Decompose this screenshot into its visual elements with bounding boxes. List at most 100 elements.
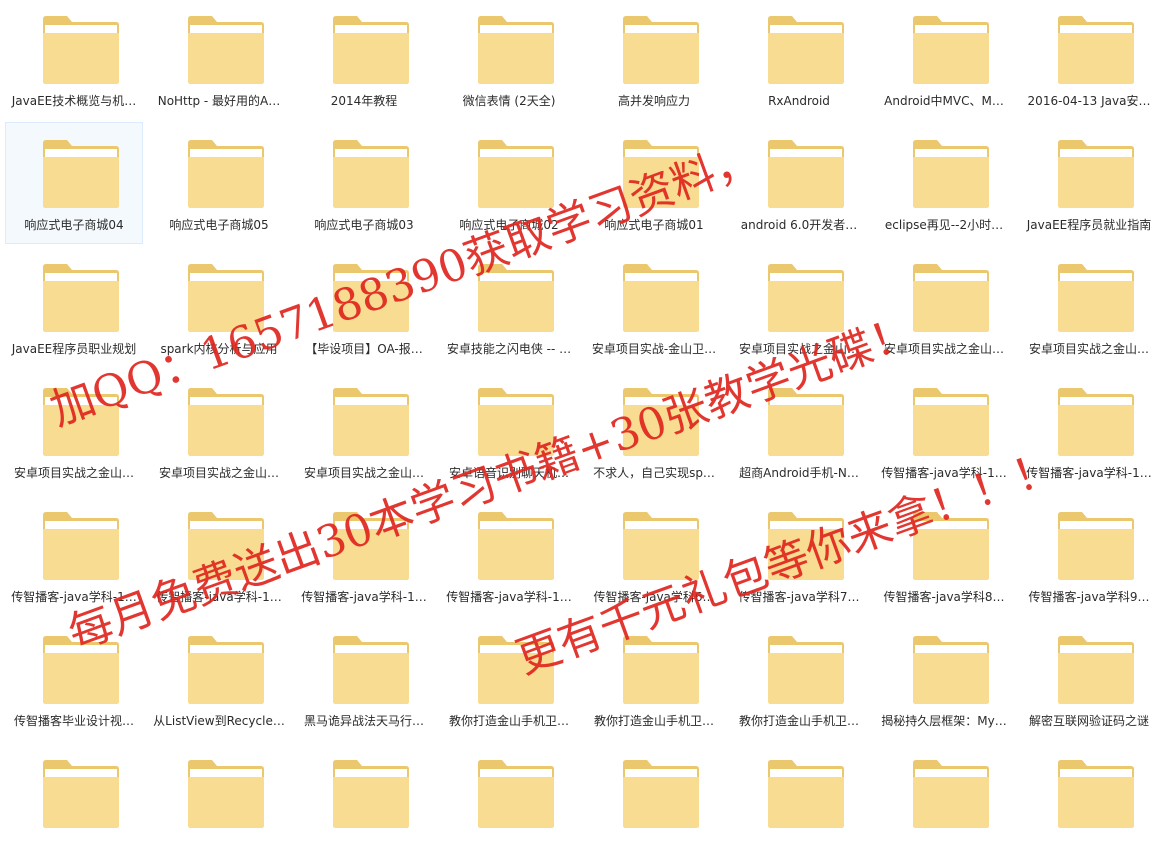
folder-item[interactable]: 传智播客毕业设计视… — [5, 618, 143, 740]
folder-label: 安卓项目实战之金山… — [13, 466, 134, 480]
folder-item[interactable]: 安卓项目实战之金山… — [1020, 246, 1158, 368]
folder-item[interactable]: 超商Android手机-N… — [730, 370, 868, 492]
folder-item[interactable] — [585, 742, 723, 864]
folder-icon — [186, 385, 266, 457]
folder-item[interactable]: spark内核分析与应用 — [150, 246, 288, 368]
folder-label: 2016-04-13 Java安… — [1027, 94, 1151, 108]
folder-icon — [41, 633, 121, 705]
folder-item[interactable]: 传智播客-java学科7… — [730, 494, 868, 616]
folder-item[interactable] — [730, 742, 868, 864]
folder-label: 响应式电子商城03 — [314, 218, 414, 232]
folder-item[interactable]: eclipse再见--2小时… — [875, 122, 1013, 244]
folder-item[interactable]: 传智播客-java学科9… — [1020, 494, 1158, 616]
folder-label: 传智播客-java学科-1… — [11, 590, 137, 604]
folder-item[interactable]: 教你打造金山手机卫… — [585, 618, 723, 740]
folder-label: 安卓项目实战-金山卫… — [591, 342, 717, 356]
folder-icon — [1056, 509, 1136, 581]
folder-item[interactable]: 传智播客-java学科-1… — [295, 494, 433, 616]
folder-icon — [1056, 633, 1136, 705]
folder-item[interactable]: NoHttp - 最好用的A… — [150, 0, 288, 120]
folder-item[interactable]: 传智播客-java学科6… — [585, 494, 723, 616]
folder-item[interactable]: 不求人，自己实现sp… — [585, 370, 723, 492]
folder-item[interactable]: Android中MVC、M… — [875, 0, 1013, 120]
folder-item[interactable]: 响应式电子商城01 — [585, 122, 723, 244]
folder-grid: JavaEE技术概览与机… NoHttp - 最好用的A… 2014年教程 微信表情 … — [0, 0, 1167, 828]
folder-icon — [41, 13, 121, 85]
folder-label: 揭秘持久层框架：My… — [881, 714, 1007, 728]
folder-item[interactable]: 响应式电子商城03 — [295, 122, 433, 244]
folder-item[interactable]: 安卓技能之闪电侠 -- … — [440, 246, 578, 368]
folder-item[interactable]: 安卓项目实战之金山… — [150, 370, 288, 492]
folder-icon — [331, 757, 411, 829]
folder-label: 【毕设项目】OA-报… — [305, 342, 423, 356]
folder-icon — [41, 509, 121, 581]
folder-item[interactable] — [1020, 742, 1158, 864]
folder-item[interactable]: 响应式电子商城04 — [5, 122, 143, 244]
folder-item[interactable]: 安卓项目实战之金山… — [875, 246, 1013, 368]
folder-item[interactable] — [5, 742, 143, 864]
folder-label: Android中MVC、M… — [884, 94, 1004, 108]
folder-icon — [331, 261, 411, 333]
folder-item[interactable]: RxAndroid — [730, 0, 868, 120]
folder-icon — [621, 509, 701, 581]
folder-item[interactable]: JavaEE技术概览与机… — [5, 0, 143, 120]
folder-icon — [476, 13, 556, 85]
folder-label: 超商Android手机-N… — [739, 466, 859, 480]
folder-item[interactable]: 响应式电子商城05 — [150, 122, 288, 244]
folder-item[interactable]: 教你打造金山手机卫… — [730, 618, 868, 740]
folder-item[interactable] — [440, 742, 578, 864]
folder-item[interactable]: 安卓项目实战-金山卫… — [585, 246, 723, 368]
folder-label: 传智播客毕业设计视… — [13, 714, 134, 728]
folder-item[interactable]: 响应式电子商城02 — [440, 122, 578, 244]
folder-icon — [1056, 137, 1136, 209]
folder-item[interactable]: 黑马诡异战法天马行… — [295, 618, 433, 740]
folder-icon — [911, 633, 991, 705]
folder-icon — [41, 261, 121, 333]
folder-item[interactable]: 从ListView到Recycle… — [150, 618, 288, 740]
folder-icon — [1056, 757, 1136, 829]
folder-icon — [186, 757, 266, 829]
folder-item[interactable]: 传智播客-java学科-1… — [440, 494, 578, 616]
folder-label: 解密互联网验证码之谜 — [1028, 714, 1149, 728]
folder-icon — [621, 385, 701, 457]
folder-icon — [186, 261, 266, 333]
folder-item[interactable]: 【毕设项目】OA-报… — [295, 246, 433, 368]
folder-label: 黑马诡异战法天马行… — [303, 714, 424, 728]
folder-item[interactable]: 2014年教程 — [295, 0, 433, 120]
folder-item[interactable]: 安卓语音识别聊天机… — [440, 370, 578, 492]
folder-item[interactable] — [150, 742, 288, 864]
folder-item[interactable] — [295, 742, 433, 864]
folder-item[interactable]: 微信表情 (2天全) — [440, 0, 578, 120]
folder-label: 安卓项目实战之金山… — [158, 466, 279, 480]
folder-label: 安卓技能之闪电侠 -- … — [446, 342, 572, 356]
folder-label: 传智播客-java学科-1… — [301, 590, 427, 604]
folder-icon — [911, 13, 991, 85]
folder-item[interactable]: 传智播客-java学科-1… — [1020, 370, 1158, 492]
folder-item[interactable]: 安卓项目实战之金山… — [295, 370, 433, 492]
folder-item[interactable]: android 6.0开发者… — [730, 122, 868, 244]
folder-label: 安卓项目实战之金山… — [738, 342, 859, 356]
folder-item[interactable]: JavaEE程序员职业规划 — [5, 246, 143, 368]
folder-label: 不求人，自己实现sp… — [593, 466, 715, 480]
folder-label: 响应式电子商城02 — [459, 218, 559, 232]
folder-item[interactable]: 安卓项目实战之金山… — [5, 370, 143, 492]
folder-item[interactable]: 揭秘持久层框架：My… — [875, 618, 1013, 740]
folder-item[interactable]: 传智播客-java学科-1… — [875, 370, 1013, 492]
folder-item[interactable]: 传智播客-java学科-1… — [150, 494, 288, 616]
folder-icon — [186, 13, 266, 85]
folder-label: 从ListView到Recycle… — [153, 714, 285, 728]
folder-icon — [41, 137, 121, 209]
folder-icon — [621, 137, 701, 209]
folder-item[interactable]: 解密互联网验证码之谜 — [1020, 618, 1158, 740]
folder-item[interactable]: 高并发响应力 — [585, 0, 723, 120]
folder-label: JavaEE程序员就业指南 — [1026, 218, 1152, 232]
folder-item[interactable] — [875, 742, 1013, 864]
folder-label: 传智播客-java学科8… — [883, 590, 1005, 604]
folder-label: 响应式电子商城01 — [604, 218, 704, 232]
folder-item[interactable]: JavaEE程序员就业指南 — [1020, 122, 1158, 244]
folder-item[interactable]: 2016-04-13 Java安… — [1020, 0, 1158, 120]
folder-item[interactable]: 传智播客-java学科-1… — [5, 494, 143, 616]
folder-item[interactable]: 传智播客-java学科8… — [875, 494, 1013, 616]
folder-item[interactable]: 教你打造金山手机卫… — [440, 618, 578, 740]
folder-item[interactable]: 安卓项目实战之金山… — [730, 246, 868, 368]
